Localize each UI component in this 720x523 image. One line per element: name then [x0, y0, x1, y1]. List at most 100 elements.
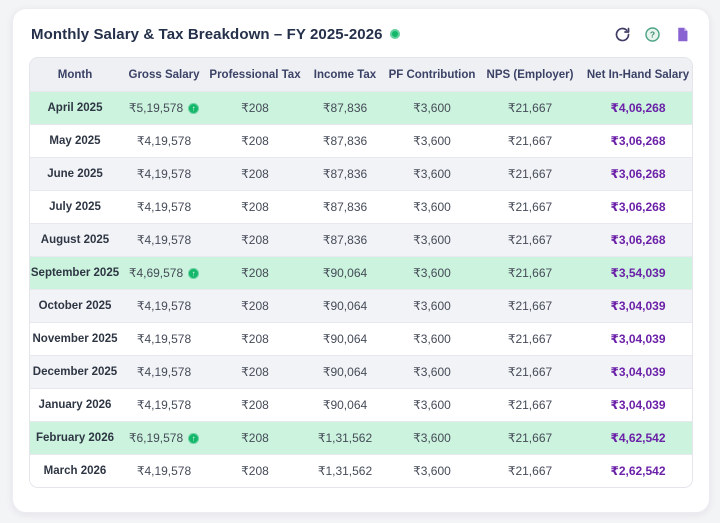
report-button[interactable]: [673, 25, 691, 43]
table-row: March 2026 ₹4,19,578↑ ₹208 ₹1,31,562 ₹3,…: [30, 454, 692, 487]
cell-nps-employer: ₹21,667: [476, 257, 584, 289]
gross-value: ₹4,19,578: [137, 233, 191, 247]
cell-month: September 2025: [30, 257, 120, 289]
cell-nps-employer: ₹21,667: [476, 422, 584, 454]
salary-breakdown-card: Monthly Salary & Tax Breakdown – FY 2025…: [12, 8, 710, 513]
cell-gross-salary: ₹6,19,578 ↑: [120, 422, 208, 454]
gross-value: ₹4,19,578: [137, 200, 191, 214]
cell-income-tax: ₹90,064: [302, 257, 388, 289]
cell-income-tax: ₹90,064: [302, 389, 388, 421]
table-row: December 2025 ₹4,19,578↑ ₹208 ₹90,064 ₹3…: [30, 355, 692, 388]
cell-pf-contribution: ₹3,600: [388, 323, 476, 355]
table-body: April 2025 ₹5,19,578↑ ₹208 ₹87,836 ₹3,60…: [30, 91, 692, 487]
table-row: May 2025 ₹4,19,578↑ ₹208 ₹87,836 ₹3,600 …: [30, 124, 692, 157]
cell-nps-employer: ₹21,667: [476, 92, 584, 124]
cell-professional-tax: ₹208: [208, 356, 302, 388]
cell-pf-contribution: ₹3,600: [388, 356, 476, 388]
gross-value: ₹4,19,578: [137, 398, 191, 412]
cell-professional-tax: ₹208: [208, 92, 302, 124]
cell-pf-contribution: ₹3,600: [388, 389, 476, 421]
cell-gross-salary: ₹4,19,578↑: [120, 356, 208, 388]
gross-info-icon[interactable]: ↑: [188, 433, 199, 444]
cell-pf-contribution: ₹3,600: [388, 422, 476, 454]
gross-value: ₹4,19,578: [137, 365, 191, 379]
cell-pf-contribution: ₹3,600: [388, 158, 476, 190]
cell-nps-employer: ₹21,667: [476, 389, 584, 421]
table-row: June 2025 ₹4,19,578↑ ₹208 ₹87,836 ₹3,600…: [30, 157, 692, 190]
cell-net-in-hand: ₹3,06,268: [584, 224, 692, 256]
cell-nps-employer: ₹21,667: [476, 356, 584, 388]
table-row: January 2026 ₹4,19,578↑ ₹208 ₹90,064 ₹3,…: [30, 388, 692, 421]
cell-month: April 2025: [30, 92, 120, 124]
cell-nps-employer: ₹21,667: [476, 455, 584, 487]
cell-month: November 2025: [30, 323, 120, 355]
cell-professional-tax: ₹208: [208, 191, 302, 223]
cell-gross-salary: ₹4,19,578↑: [120, 455, 208, 487]
cell-gross-salary: ₹4,19,578↑: [120, 290, 208, 322]
cell-income-tax: ₹90,064: [302, 323, 388, 355]
gross-info-icon[interactable]: ↑: [188, 103, 199, 114]
gross-info-icon[interactable]: ↑: [188, 268, 199, 279]
gross-value: ₹4,19,578: [137, 332, 191, 346]
col-header-income-tax: Income Tax: [302, 58, 388, 91]
gross-value: ₹4,19,578: [137, 464, 191, 478]
cell-professional-tax: ₹208: [208, 389, 302, 421]
cell-month: December 2025: [30, 356, 120, 388]
live-status-icon: [390, 29, 400, 39]
cell-net-in-hand: ₹3,06,268: [584, 158, 692, 190]
cell-income-tax: ₹1,31,562: [302, 422, 388, 454]
cell-income-tax: ₹87,836: [302, 92, 388, 124]
cell-gross-salary: ₹4,19,578↑: [120, 323, 208, 355]
table-row: April 2025 ₹5,19,578↑ ₹208 ₹87,836 ₹3,60…: [30, 91, 692, 124]
cell-month: May 2025: [30, 125, 120, 157]
cell-income-tax: ₹87,836: [302, 224, 388, 256]
cell-month: January 2026: [30, 389, 120, 421]
cell-professional-tax: ₹208: [208, 158, 302, 190]
help-button[interactable]: ?: [643, 25, 661, 43]
cell-month: July 2025: [30, 191, 120, 223]
table-row: November 2025 ₹4,19,578↑ ₹208 ₹90,064 ₹3…: [30, 322, 692, 355]
salary-table: Month Gross Salary Professional Tax Inco…: [29, 57, 693, 488]
document-icon: [674, 26, 691, 43]
gross-value: ₹4,19,578: [137, 167, 191, 181]
col-header-net-in-hand: Net In-Hand Salary: [584, 58, 692, 91]
cell-nps-employer: ₹21,667: [476, 224, 584, 256]
gross-value: ₹6,19,578: [129, 431, 183, 445]
cell-nps-employer: ₹21,667: [476, 323, 584, 355]
cell-professional-tax: ₹208: [208, 125, 302, 157]
cell-professional-tax: ₹208: [208, 224, 302, 256]
refresh-icon: [614, 26, 631, 43]
cell-pf-contribution: ₹3,600: [388, 125, 476, 157]
col-header-gross-salary: Gross Salary: [120, 58, 208, 91]
cell-professional-tax: ₹208: [208, 422, 302, 454]
cell-pf-contribution: ₹3,600: [388, 224, 476, 256]
cell-pf-contribution: ₹3,600: [388, 257, 476, 289]
gross-value: ₹4,19,578: [137, 299, 191, 313]
cell-month: June 2025: [30, 158, 120, 190]
cell-pf-contribution: ₹3,600: [388, 191, 476, 223]
cell-income-tax: ₹87,836: [302, 158, 388, 190]
cell-net-in-hand: ₹3,06,268: [584, 125, 692, 157]
cell-net-in-hand: ₹3,04,039: [584, 290, 692, 322]
cell-pf-contribution: ₹3,600: [388, 455, 476, 487]
card-header: Monthly Salary & Tax Breakdown – FY 2025…: [29, 25, 693, 43]
cell-gross-salary: ₹4,19,578↑: [120, 224, 208, 256]
cell-net-in-hand: ₹3,04,039: [584, 356, 692, 388]
cell-nps-employer: ₹21,667: [476, 290, 584, 322]
header-actions: ?: [613, 25, 691, 43]
cell-income-tax: ₹90,064: [302, 356, 388, 388]
cell-nps-employer: ₹21,667: [476, 191, 584, 223]
table-row: July 2025 ₹4,19,578↑ ₹208 ₹87,836 ₹3,600…: [30, 190, 692, 223]
col-header-professional-tax: Professional Tax: [208, 58, 302, 91]
cell-pf-contribution: ₹3,600: [388, 290, 476, 322]
cell-net-in-hand: ₹3,04,039: [584, 389, 692, 421]
table-row: February 2026 ₹6,19,578↑ ₹208 ₹1,31,562 …: [30, 421, 692, 454]
cell-professional-tax: ₹208: [208, 290, 302, 322]
cell-income-tax: ₹87,836: [302, 191, 388, 223]
gross-value: ₹4,19,578: [137, 134, 191, 148]
cell-income-tax: ₹1,31,562: [302, 455, 388, 487]
refresh-button[interactable]: [613, 25, 631, 43]
gross-value: ₹4,69,578: [129, 266, 183, 280]
page-title: Monthly Salary & Tax Breakdown – FY 2025…: [31, 26, 383, 43]
col-header-month: Month: [30, 58, 120, 91]
